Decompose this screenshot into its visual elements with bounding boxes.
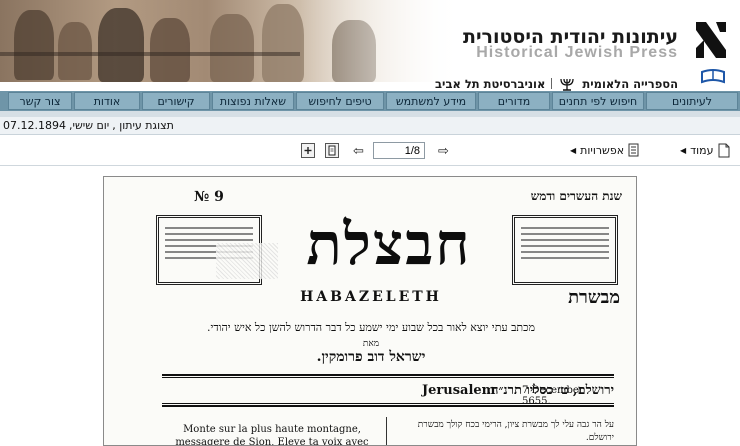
issue-view-label: תצוגת עיתון ,	[112, 119, 174, 132]
page-view-icon[interactable]	[325, 143, 339, 158]
newspaper-rule	[162, 403, 614, 407]
article-french-column: Monte sur la plus haute montagne, messag…	[175, 424, 369, 446]
newspaper-rule	[162, 374, 614, 378]
text-line	[521, 257, 609, 259]
newspaper-issue-number: № 9	[194, 189, 224, 205]
nav-item-search-tips[interactable]: טיפים לחיפוש	[296, 92, 384, 110]
zoom-in-icon[interactable]	[301, 143, 315, 158]
viewer-toolbar: ⇦ ⇨ ◀ אפשרויות ◀ עמוד	[0, 136, 740, 166]
article-hebrew-column: על הר גבה עלי לך מבשרת ציון, הרימי בכח ק…	[417, 420, 614, 443]
nav-item-contact[interactable]: צור קשר	[8, 92, 72, 110]
newspaper-dateline: ירושלם, ט׳ כסליו תרנ״ה. Jerusalem 7 Dece…	[162, 382, 614, 407]
site-header: עיתונות יהודית היסטורית Historical Jewis…	[0, 0, 740, 91]
triangle-left-icon: ◀	[570, 145, 577, 155]
dateline-city: Jerusalem	[422, 383, 496, 398]
arrow-left-icon[interactable]: ⇦	[353, 143, 364, 159]
page-menu-label: עמוד	[690, 144, 714, 157]
menorah-icon	[560, 78, 575, 91]
newspaper-year: שנת העשרים ודמש	[530, 189, 622, 203]
nav-item-about[interactable]: אודות	[74, 92, 140, 110]
page-frame: עיתונות יהודית היסטורית Historical Jewis…	[0, 0, 740, 446]
newspaper-editor: ישראל דוב פרומקין.	[316, 349, 426, 365]
newspaper-latin-title: HABAZELETH	[300, 289, 442, 305]
page-document-icon	[718, 143, 730, 158]
nav-item-newspapers[interactable]: לעיתונים	[646, 92, 738, 110]
nav-item-faq[interactable]: שאלות נפוצות	[212, 92, 294, 110]
header-separator	[551, 78, 553, 89]
site-logo-icon[interactable]	[692, 18, 732, 62]
nav-item-links[interactable]: קישורים	[142, 92, 210, 110]
arrow-right-icon[interactable]: ⇨	[438, 143, 449, 159]
triangle-left-icon: ◀	[680, 146, 687, 155]
university-label[interactable]: אוניברסיטת תל אביב	[435, 77, 545, 91]
issue-date: 07.12.1894	[3, 119, 66, 132]
text-line	[521, 245, 609, 247]
options-list-icon	[628, 143, 639, 157]
text-line	[521, 239, 609, 241]
nav-item-search[interactable]: חיפוש לפי תחנים	[552, 92, 644, 110]
newspaper-notice-box-right	[512, 215, 618, 285]
header-photo-fade	[300, 0, 470, 82]
library-stamp	[216, 243, 278, 279]
nav-item-sections[interactable]: מדורים	[478, 92, 550, 110]
text-line	[165, 227, 253, 229]
logo-book-icon	[701, 69, 725, 84]
column-divider	[386, 417, 387, 445]
issue-info: תצוגת עיתון , יום שישי, 07.12.1894	[0, 117, 740, 135]
text-line	[521, 251, 609, 253]
newspaper-page-image[interactable]: № 9 שנת העשרים ודמש חבצלת HABAZELETH מבש…	[103, 176, 637, 446]
main-nav: לעיתונים חיפוש לפי תחנים מדורים מידע למש…	[0, 91, 740, 111]
newspaper-subtitle: מבשרת	[568, 287, 620, 308]
library-line: הספרייה הלאומית אוניברסיטת תל אביב	[435, 77, 678, 91]
site-title-english: Historical Jewish Press	[476, 44, 678, 61]
text-line	[521, 233, 609, 235]
newspaper-viewer[interactable]: № 9 שנת העשרים ודמש חבצלת HABAZELETH מבש…	[0, 167, 740, 446]
page-number-input[interactable]	[373, 142, 425, 159]
text-line	[165, 239, 253, 241]
text-line	[165, 233, 253, 235]
nav-item-user-info[interactable]: מידע למשתמש	[386, 92, 476, 110]
text-line	[521, 227, 609, 229]
options-label: אפשרויות	[580, 143, 625, 157]
newspaper-by: מאת	[362, 339, 380, 349]
issue-day: יום שישי,	[68, 119, 110, 132]
national-library-label[interactable]: הספרייה הלאומית	[582, 77, 678, 91]
newspaper-motto: מכתב עתי יוצא לאור בכל שבוע ימי ישמע כל …	[206, 321, 536, 334]
page-menu-button[interactable]: ◀ עמוד	[680, 143, 730, 158]
options-button[interactable]: ◀ אפשרויות	[570, 143, 639, 157]
newspaper-masthead: חבצלת	[306, 210, 472, 278]
